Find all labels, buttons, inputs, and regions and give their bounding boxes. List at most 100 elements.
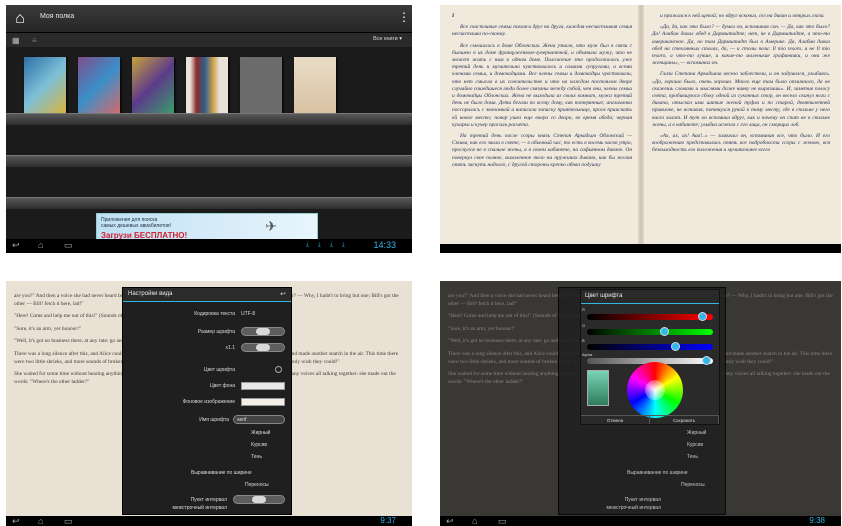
- red-label: R: [582, 307, 585, 312]
- airplane-icon: ✈: [265, 218, 277, 234]
- blue-slider[interactable]: [587, 342, 713, 351]
- download-icon: ⤓: [330, 242, 333, 248]
- book-cover[interactable]: [132, 57, 174, 113]
- save-button[interactable]: Сохранить: [650, 416, 719, 424]
- list-view-icon[interactable]: ≡: [32, 36, 37, 45]
- title-divider: [581, 303, 719, 304]
- font-name-row[interactable]: Имя шрифта serif: [123, 414, 291, 426]
- dialog-title: Настройки вида: [128, 291, 173, 297]
- hyphenation-option[interactable]: Переносы: [681, 482, 705, 488]
- bg-image-row[interactable]: Фоновое изображение: [123, 396, 291, 408]
- italic-option[interactable]: Курсив: [687, 442, 703, 448]
- shadow-option[interactable]: Тень: [251, 454, 262, 460]
- red-slider[interactable]: [587, 312, 713, 321]
- system-nav-bar: ↩ ⌂ ▭ 9:38: [440, 516, 841, 526]
- font-color-row[interactable]: Цвет шрифта: [123, 364, 291, 376]
- slider-knob[interactable]: [671, 342, 681, 351]
- system-nav-bar: ↩ ⌂ ▭ ⤓ ⤓ ⤓ ⤓ 14:33: [6, 239, 412, 253]
- paragraph-spacing-stepper[interactable]: [233, 495, 285, 504]
- stepper-knob[interactable]: [256, 328, 270, 335]
- download-icon: ⤓: [342, 242, 345, 248]
- font-color-dialog: Цвет шрифта R G B Alpha Отмена Сохранить: [580, 289, 720, 425]
- bg-image-swatch[interactable]: [241, 398, 285, 406]
- line-spacing-label: межстрочный интервал: [606, 505, 661, 511]
- bg-color-label: Цвет фона: [209, 383, 235, 389]
- line-spacing-row: межстрочный интервал: [559, 504, 725, 514]
- font-name-select[interactable]: serif: [233, 415, 285, 424]
- encoding-label: Кодировка текста: [194, 311, 235, 317]
- justify-option[interactable]: Выравнивание по ширине: [191, 470, 252, 476]
- color-dialog-title: Цвет шрифта: [585, 293, 623, 299]
- shelf: [6, 197, 412, 209]
- recent-apps-icon[interactable]: ▭: [498, 516, 507, 526]
- recent-apps-icon[interactable]: ▭: [64, 516, 73, 526]
- sort-dropdown[interactable]: Все книги ▾: [373, 36, 402, 42]
- paragraph: «Ах, ах, ах! Ааа!..» — замычал он, вспом…: [652, 133, 830, 154]
- green-slider[interactable]: [587, 327, 713, 336]
- hyphenation-option[interactable]: Переносы: [245, 482, 269, 488]
- book-cover[interactable]: [240, 57, 282, 113]
- right-page[interactable]: и прижался к ней щекой; но вдруг вскочил…: [652, 13, 830, 159]
- font-size-stepper[interactable]: [241, 327, 285, 336]
- cancel-button[interactable]: Отмена: [581, 416, 650, 424]
- color-wheel[interactable]: [627, 362, 683, 418]
- book-cover[interactable]: [78, 57, 120, 113]
- system-nav-bar: [440, 244, 841, 253]
- spacing-value: x1.1: [225, 345, 235, 351]
- bg-image-label: Фоновое изображение: [182, 399, 235, 405]
- encoding-value[interactable]: UTF-8: [241, 311, 255, 317]
- italic-option[interactable]: Курсив: [251, 442, 267, 448]
- paragraph: и прижался к ней щекой; но вдруг вскочил…: [660, 13, 825, 19]
- view-settings-dialog: Настройки вида ↩ Кодировка текста UTF-8 …: [122, 287, 292, 515]
- left-page[interactable]: I Все счастливые семьи похожи друг на др…: [452, 13, 632, 173]
- home-nav-icon[interactable]: ⌂: [472, 516, 477, 526]
- bg-color-row[interactable]: Цвет фона: [123, 380, 291, 392]
- font-color-radio[interactable]: [275, 366, 282, 373]
- paragraph: Все счастливые семьи похожи друг на друг…: [452, 24, 632, 38]
- bg-color-swatch[interactable]: [241, 382, 285, 390]
- paragraph: «Да, да, как это было? — думал он, вспом…: [652, 24, 830, 67]
- blue-label: B: [582, 338, 585, 343]
- overflow-menu-icon[interactable]: ⋮: [398, 11, 410, 23]
- grid-view-icon[interactable]: ▦: [12, 36, 20, 45]
- color-preview-swatch: [587, 370, 609, 406]
- font-name-label: Имя шрифта: [199, 417, 229, 423]
- stepper-knob[interactable]: [256, 344, 270, 351]
- home-nav-icon[interactable]: ⌂: [38, 516, 43, 526]
- slider-knob[interactable]: [698, 312, 708, 321]
- stepper-knob[interactable]: [252, 496, 266, 503]
- paragraph: Все смешалось в доме Облонских. Жена узн…: [452, 42, 632, 128]
- font-color-label: Цвет шрифта: [203, 367, 235, 373]
- book-cover[interactable]: [24, 57, 66, 113]
- slider-knob[interactable]: [701, 356, 711, 365]
- paragraph: Глаза Степана Аркадьича весело заблестел…: [652, 71, 830, 128]
- spacing-stepper[interactable]: [241, 343, 285, 352]
- home-nav-icon[interactable]: ⌂: [38, 240, 43, 250]
- dialog-header: Настройки вида ↩: [123, 288, 291, 302]
- back-icon[interactable]: ↩: [446, 516, 454, 526]
- paragraph-spacing-label: Пункт интервал: [624, 497, 661, 503]
- back-icon[interactable]: ↩: [280, 290, 286, 298]
- line-spacing-label: межстрочный интервал: [172, 505, 227, 511]
- paragraph: На третий день после ссоры князь Степан …: [452, 133, 632, 168]
- shadow-option[interactable]: Тень: [687, 454, 698, 460]
- bold-option[interactable]: Жирный: [687, 430, 706, 436]
- home-icon[interactable]: ⌂: [10, 9, 30, 29]
- book-cover[interactable]: [186, 57, 228, 113]
- spacing-row: x1.1: [123, 342, 291, 354]
- library-screen: ⌂ Моя полка ⋮ ▦ ≡ Все книги ▾ Приложения…: [6, 5, 412, 253]
- book-cover[interactable]: [294, 57, 336, 113]
- book-spine: [638, 5, 644, 253]
- back-icon[interactable]: ↩: [12, 240, 20, 251]
- slider-knob[interactable]: [659, 327, 669, 336]
- justify-option[interactable]: Выравнивание по ширине: [627, 470, 688, 476]
- chapter-mark: I: [452, 13, 455, 19]
- ad-line-2: самых дешевых авиабилетов!: [101, 223, 172, 229]
- clock: 14:33: [373, 240, 396, 250]
- library-title: Моя полка: [40, 13, 75, 20]
- bold-option[interactable]: Жирный: [251, 430, 270, 436]
- back-icon[interactable]: ↩: [12, 516, 20, 526]
- settings-screen: are you?" And then a voice she had never…: [6, 281, 412, 526]
- encoding-row[interactable]: Кодировка текста UTF-8: [123, 308, 291, 320]
- recent-apps-icon[interactable]: ▭: [64, 240, 73, 251]
